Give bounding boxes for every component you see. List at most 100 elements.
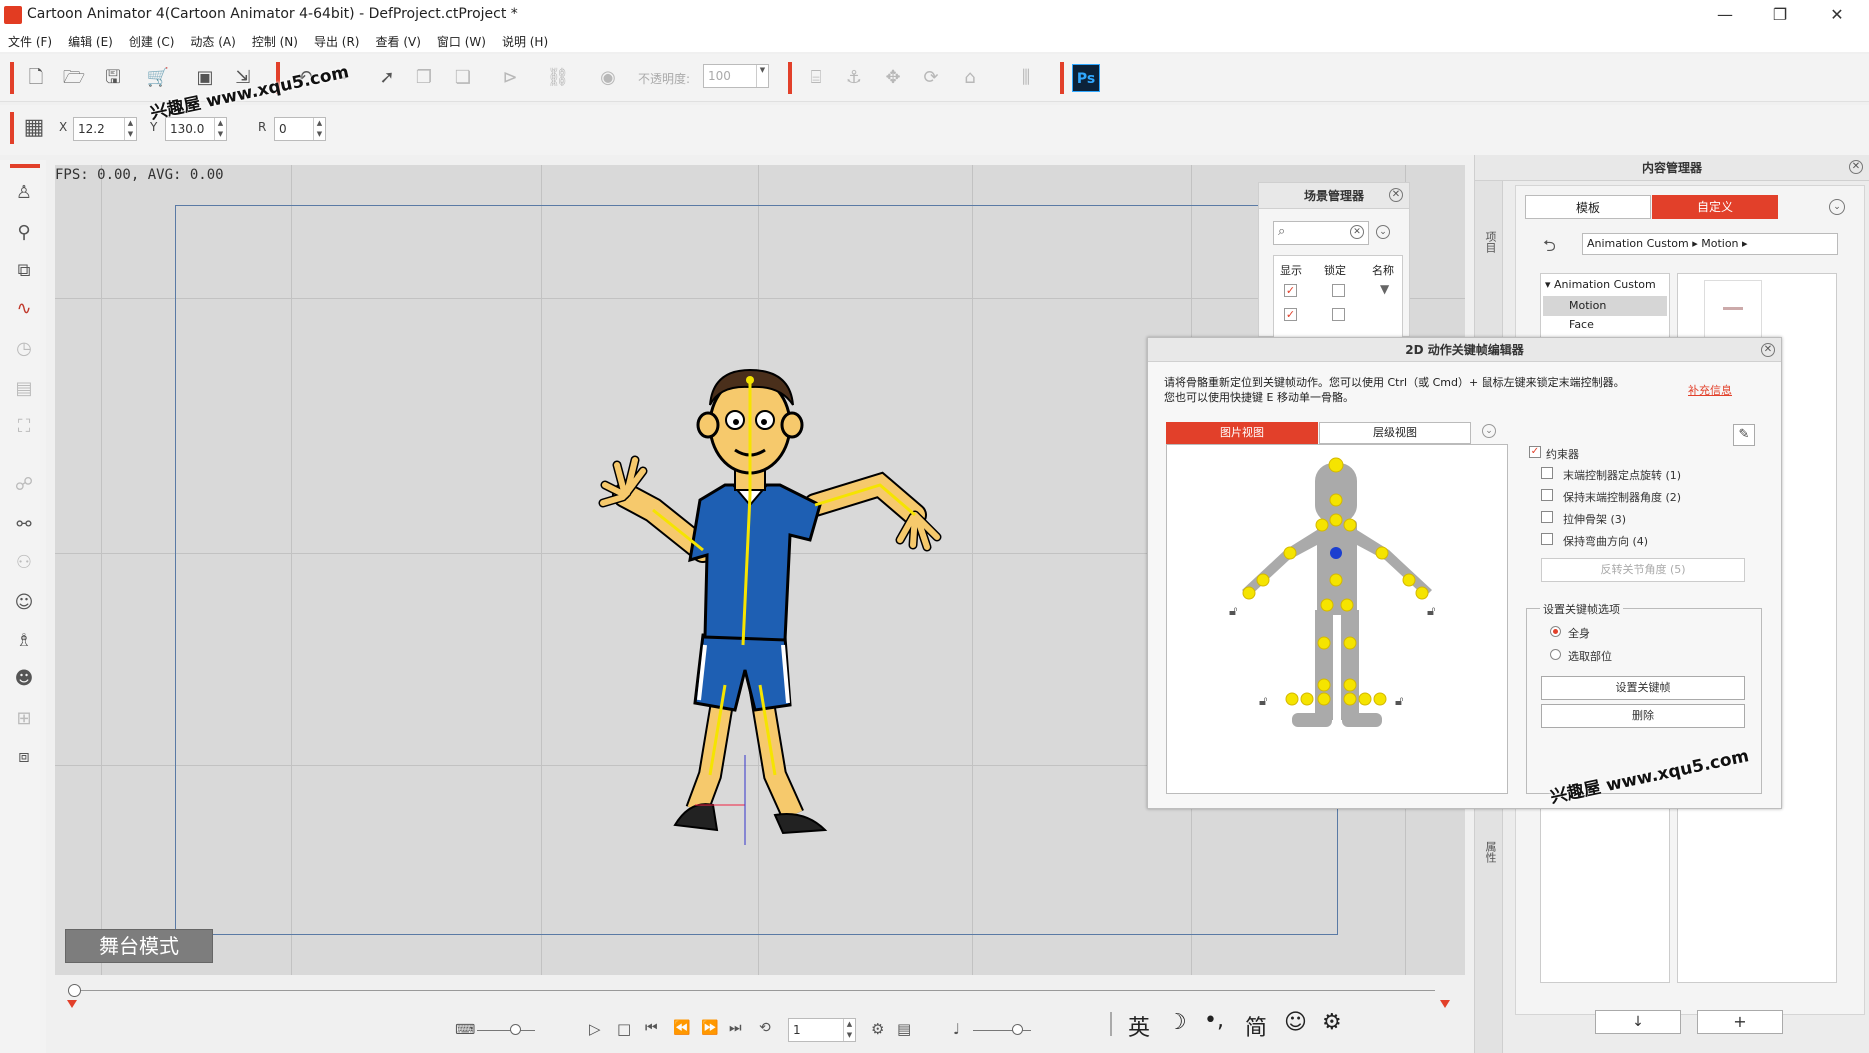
tab-custom[interactable]: 自定义 <box>1652 195 1778 219</box>
timeline-view-icon[interactable]: ▤ <box>897 1020 911 1038</box>
rotate-icon[interactable]: ⟳ <box>918 65 944 91</box>
volume-slider[interactable] <box>477 1030 535 1031</box>
puppet-icon[interactable]: ☺ <box>11 590 37 616</box>
tree-item[interactable]: ▾ Animation Custom <box>1545 278 1656 291</box>
pencil-edit-icon[interactable]: ✎ <box>1733 424 1755 446</box>
start-marker-icon[interactable] <box>67 1000 77 1008</box>
menu-create[interactable]: 创建 (C) <box>121 30 183 52</box>
actor-icon[interactable]: ♗ <box>11 628 37 654</box>
side-tab-properties[interactable]: 属性 <box>1480 841 1498 863</box>
play-icon[interactable]: ▷ <box>589 1020 601 1038</box>
menu-window[interactable]: 窗口 (W) <box>429 30 494 52</box>
tab-picture-view[interactable]: 图片视图 <box>1166 422 1318 444</box>
timeline-icon[interactable]: ▤ <box>11 376 37 402</box>
add-button[interactable]: + <box>1697 1010 1783 1034</box>
photoshop-button[interactable]: Ps <box>1072 64 1100 92</box>
stop-icon[interactable]: □ <box>617 1020 631 1038</box>
option-checkbox-3[interactable] <box>1541 511 1553 523</box>
sprite-switch-icon[interactable]: ⧉ <box>11 258 37 284</box>
constraint-checkbox[interactable]: ✓ <box>1529 446 1541 458</box>
expression-icon[interactable]: ☍ <box>11 472 37 498</box>
scale-icon[interactable]: ⌂ <box>957 65 983 91</box>
breadcrumb[interactable]: Animation Custom ▸ Motion ▸ <box>1582 233 1838 255</box>
close-icon[interactable]: ✕ <box>1389 188 1403 202</box>
restore-button[interactable]: ❐ <box>1755 2 1805 28</box>
clear-search-icon[interactable]: ✕ <box>1350 225 1364 239</box>
close-button[interactable]: ✕ <box>1812 2 1862 28</box>
chevron-down-icon[interactable]: ⌄ <box>1829 199 1845 215</box>
chevron-down-icon[interactable]: ⌄ <box>1376 225 1390 239</box>
back-arrow-icon[interactable]: ⮌ <box>1543 235 1556 262</box>
breadcrumb-item[interactable]: Animation Custom <box>1587 237 1689 250</box>
previous-frame-icon[interactable]: ⏪ <box>673 1020 690 1036</box>
option-checkbox-1[interactable] <box>1541 467 1553 479</box>
reverse-joint-button[interactable]: 反转关节角度 (5) <box>1541 558 1745 582</box>
x-stepper-icon[interactable]: ▲ ▼ <box>124 118 136 140</box>
ime-english-icon[interactable]: 英 <box>1128 1010 1150 1042</box>
new-file-icon[interactable]: 🗋 <box>23 65 49 91</box>
last-frame-icon[interactable]: ⏭ <box>729 1020 742 1036</box>
menu-export[interactable]: 导出 (R) <box>306 30 368 52</box>
next-frame-icon[interactable]: ⏩ <box>701 1020 718 1036</box>
menu-animation[interactable]: 动态 (A) <box>182 30 243 52</box>
menu-help[interactable]: 说明 (H) <box>494 30 556 52</box>
motion-thumbnail[interactable] <box>1704 280 1762 338</box>
set-keyframe-button[interactable]: 设置关键帧 <box>1541 676 1745 700</box>
save-icon[interactable]: 🖫 <box>100 65 126 91</box>
align-icon[interactable]: ⫼ <box>1013 65 1039 91</box>
motion-key-icon[interactable]: ⚲ <box>11 220 37 246</box>
delete-keyframe-button[interactable]: 删除 <box>1541 704 1745 728</box>
r-input[interactable]: 0 ▲ ▼ <box>274 117 326 141</box>
menu-file[interactable]: 文件 (F) <box>0 30 60 52</box>
menu-edit[interactable]: 编辑 (E) <box>60 30 121 52</box>
face-key-icon[interactable]: ◷ <box>11 336 37 362</box>
grid-layout-icon[interactable]: ⊞ <box>11 706 37 732</box>
visibility-eye-icon[interactable]: ◉ <box>595 65 621 91</box>
frame-stepper-icon[interactable]: ▲ ▼ <box>843 1019 855 1041</box>
link-icon[interactable]: ⛓ <box>545 65 571 91</box>
store-cart-icon[interactable]: 🛒 <box>145 65 171 91</box>
character-composer-icon[interactable]: ♙ <box>11 180 37 206</box>
bone-picture-view[interactable]: 🔓︎ 🔓︎ 🔓︎ 🔓︎ <box>1166 444 1508 794</box>
r-stepper-icon[interactable]: ▲ ▼ <box>313 118 325 140</box>
menu-view[interactable]: 查看 (V) <box>368 30 429 52</box>
tree-item-selected[interactable]: Motion <box>1543 296 1667 316</box>
timeline-track[interactable] <box>75 990 1435 991</box>
lock-checkbox[interactable] <box>1332 308 1345 321</box>
paste-icon[interactable]: ❏ <box>450 65 476 91</box>
close-icon[interactable]: ✕ <box>1761 343 1775 357</box>
copy-icon[interactable]: ❐ <box>411 65 437 91</box>
move-icon[interactable]: ✥ <box>880 65 906 91</box>
audio-lipsync-icon[interactable]: ∿ <box>11 296 37 322</box>
subtitle-icon[interactable]: ⌨ <box>455 1022 475 1038</box>
end-marker-icon[interactable] <box>1440 1000 1450 1008</box>
transform-key-icon[interactable]: ⛶ <box>11 414 37 440</box>
opacity-dropdown-icon[interactable]: ▼ <box>756 65 768 87</box>
side-tab-project[interactable]: 项目 <box>1480 231 1498 253</box>
music-note-icon[interactable]: ♩ <box>953 1020 960 1038</box>
volume-slider-handle[interactable] <box>510 1024 521 1035</box>
head-turn-icon[interactable]: ☻ <box>11 666 37 692</box>
bone-edit-icon[interactable]: ⚯ <box>11 512 37 538</box>
opacity-input[interactable]: 100 ▼ <box>703 64 769 88</box>
first-frame-icon[interactable]: ⏮ <box>645 1020 658 1036</box>
ime-emoji-icon[interactable]: ☺ <box>1284 1010 1307 1035</box>
minimize-button[interactable]: — <box>1700 2 1750 28</box>
grid-icon[interactable]: ▦ <box>21 115 47 141</box>
y-input[interactable]: 130.0 ▲ ▼ <box>165 117 227 141</box>
expand-arrow-icon[interactable]: ▼ <box>1380 282 1389 296</box>
radio-selected-part[interactable] <box>1550 649 1561 660</box>
timeline-scrubber[interactable] <box>68 984 81 997</box>
cartoon-character[interactable] <box>595 325 1055 845</box>
option-checkbox-2[interactable] <box>1541 489 1553 501</box>
breadcrumb-item[interactable]: Motion <box>1701 237 1738 250</box>
show-checkbox[interactable]: ✓ <box>1284 308 1297 321</box>
open-folder-icon[interactable]: 🗁 <box>61 65 87 91</box>
radio-full-body[interactable] <box>1550 626 1561 637</box>
ime-punctuation-icon[interactable]: •, <box>1204 1008 1224 1033</box>
tab-template[interactable]: 模板 <box>1525 195 1651 219</box>
speed-slider-handle[interactable] <box>1012 1024 1023 1035</box>
tree-item[interactable]: Face <box>1569 318 1594 331</box>
chevron-down-icon[interactable]: ⌄ <box>1482 424 1496 438</box>
frame-input[interactable]: 1 ▲ ▼ <box>788 1018 856 1042</box>
